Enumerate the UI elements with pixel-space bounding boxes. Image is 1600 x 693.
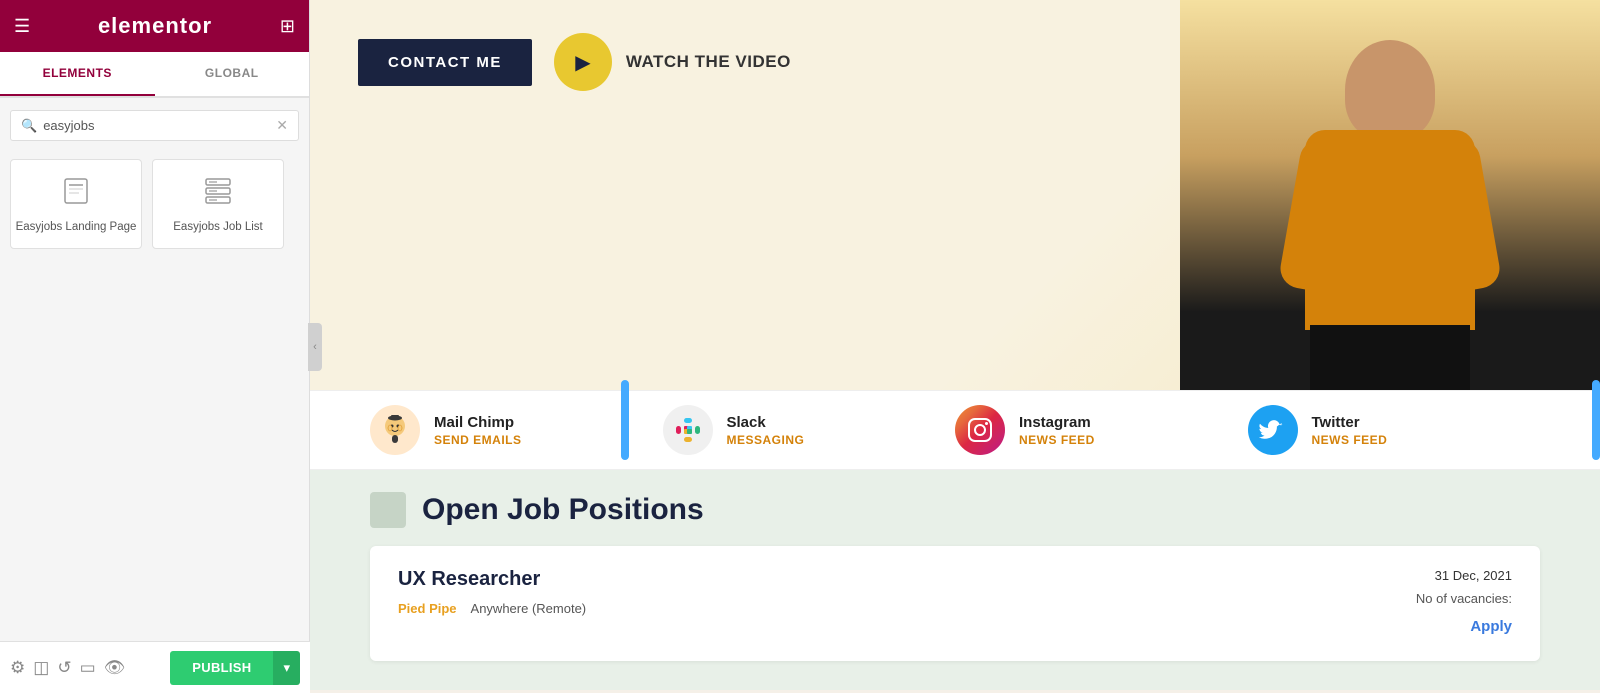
job-vacancies: No of vacancies: [1416,591,1512,606]
publish-button-wrap: PUBLISH ▾ [170,651,300,685]
jobs-title-wrap: Open Job Positions [370,492,1540,528]
mailchimp-name: Mail Chimp [434,414,522,431]
apply-button[interactable]: Apply [1470,614,1512,639]
settings-icon[interactable]: ⚙ [10,658,25,678]
search-bar: 🔍 ✕ [10,110,299,141]
history-icon[interactable]: ↺ [57,658,71,678]
person-torso [1305,130,1475,330]
instagram-name: Instagram [1019,414,1095,431]
element-card-label: Easyjobs Landing Page [16,221,137,233]
slack-text: Slack MESSAGING [727,414,805,447]
person-silhouette [1180,0,1600,390]
job-location-tag: Anywhere (Remote) [471,601,587,616]
menu-icon[interactable]: ☰ [14,16,30,37]
responsive-icon[interactable]: ▭ [80,658,96,678]
jobs-section-title: Open Job Positions [422,493,704,527]
landing-page-icon [61,176,91,213]
social-item-mailchimp: Mail Chimp SEND EMAILS [370,405,663,455]
hero-image [1180,0,1600,390]
contact-me-button[interactable]: CONTACT ME [358,39,532,86]
job-list-icon [203,176,233,213]
scroll-indicator-left [621,380,629,460]
social-item-slack: Slack MESSAGING [663,405,956,455]
slack-icon [663,405,713,455]
instagram-text: Instagram NEWS FEED [1019,414,1095,447]
scroll-indicator-right [1592,380,1600,460]
instagram-action: NEWS FEED [1019,433,1095,447]
social-item-twitter: Twitter NEWS FEED [1248,405,1541,455]
instagram-icon [955,405,1005,455]
job-tags: Pied Pipe Anywhere (Remote) [398,601,1352,616]
job-title: UX Researcher [398,568,1352,591]
clear-search-icon[interactable]: ✕ [276,117,288,134]
canvas-content: CONTACT ME ▶ WATCH THE VIDEO [310,0,1600,693]
layers-icon[interactable]: ◫ [33,658,49,678]
play-icon: ▶ [554,33,612,91]
hero-section: CONTACT ME ▶ WATCH THE VIDEO [310,0,1600,390]
element-card-joblist[interactable]: Easyjobs Job List [152,159,284,249]
element-card-landing[interactable]: Easyjobs Landing Page [10,159,142,249]
elements-grid: Easyjobs Landing Page Easyjobs Job List [0,153,309,255]
person-body [1280,0,1500,390]
tab-elements[interactable]: ELEMENTS [0,52,155,96]
watch-video-button[interactable]: ▶ WATCH THE VIDEO [554,33,791,91]
collapse-panel-handle[interactable]: ‹ [308,323,322,371]
slack-name: Slack [727,414,805,431]
publish-button[interactable]: PUBLISH [170,651,273,685]
publish-arrow-button[interactable]: ▾ [273,651,300,685]
left-panel: ☰ elementor ⊞ ELEMENTS GLOBAL 🔍 ✕ Easyjo… [0,0,310,693]
watch-video-label: WATCH THE VIDEO [626,52,791,72]
social-item-instagram: Instagram NEWS FEED [955,405,1248,455]
jobs-title-accent [370,492,406,528]
twitter-action: NEWS FEED [1312,433,1388,447]
eye-icon[interactable]: 👁 [104,658,126,678]
job-date: 31 Dec, 2021 [1435,568,1512,583]
social-bar: Mail Chimp SEND EMAILS [310,390,1600,470]
panel-tabs: ELEMENTS GLOBAL [0,52,309,98]
job-card-left: UX Researcher Pied Pipe Anywhere (Remote… [398,568,1352,616]
elementor-logo: elementor [98,13,212,39]
job-company-tag: Pied Pipe [398,601,457,616]
search-icon: 🔍 [21,118,37,134]
job-card: UX Researcher Pied Pipe Anywhere (Remote… [370,546,1540,661]
job-card-right: 31 Dec, 2021 No of vacancies: Apply [1352,568,1512,639]
search-input[interactable] [43,118,276,133]
person-legs [1310,325,1470,390]
tab-global[interactable]: GLOBAL [155,52,310,96]
twitter-icon [1248,405,1298,455]
jobs-section: Open Job Positions UX Researcher Pied Pi… [310,470,1600,690]
mailchimp-text: Mail Chimp SEND EMAILS [434,414,522,447]
element-card-label: Easyjobs Job List [173,221,263,233]
grid-icon[interactable]: ⊞ [280,16,295,37]
twitter-text: Twitter NEWS FEED [1312,414,1388,447]
slack-action: MESSAGING [727,433,805,447]
main-canvas: CONTACT ME ▶ WATCH THE VIDEO [310,0,1600,693]
person-head [1345,40,1435,140]
top-bar: ☰ elementor ⊞ [0,0,309,52]
bottom-bar: ⚙ ◫ ↺ ▭ 👁 PUBLISH ▾ [0,641,310,693]
mailchimp-icon [370,405,420,455]
twitter-name: Twitter [1312,414,1388,431]
mailchimp-action: SEND EMAILS [434,433,522,447]
